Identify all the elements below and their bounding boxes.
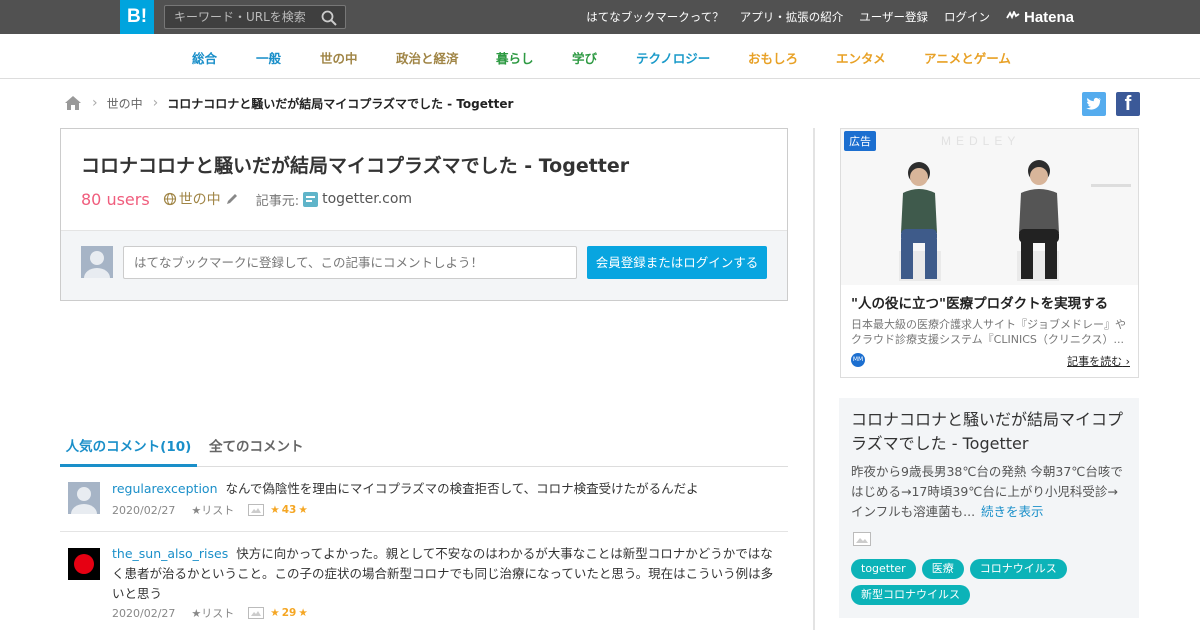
list-label: リスト bbox=[201, 504, 235, 517]
star-button[interactable]: ★ 43 ★ bbox=[248, 504, 308, 516]
comment-username[interactable]: regularexception bbox=[112, 481, 218, 496]
twitter-icon[interactable] bbox=[1082, 92, 1106, 116]
category-list: 総合 一般 世の中 政治と経済 暮らし 学び テクノロジー おもしろ エンタメ アニメとゲーム bbox=[0, 34, 1200, 78]
breadcrumb: › 世の中 › コロナコロナと騒いだが結局マイコプラズマでした - Togett… bbox=[64, 93, 513, 113]
category-item[interactable]: おもしろ bbox=[748, 48, 798, 67]
hatena-bookmark-logo[interactable]: B! bbox=[120, 0, 154, 34]
star-count: 29 bbox=[281, 607, 297, 619]
tag[interactable]: togetter bbox=[851, 559, 916, 579]
about-link[interactable]: はてなブックマークって？ bbox=[586, 9, 723, 25]
top-bar: B! はてなブックマークって？ アプリ・拡張の紹介 ユーザー登録 ログイン Ha… bbox=[0, 0, 1200, 34]
entry-title[interactable]: コロナコロナと騒いだが結局マイコプラズマでした - Togetter bbox=[81, 151, 629, 178]
login-link[interactable]: ログイン bbox=[944, 9, 990, 25]
ad-title[interactable]: "人の役に立つ"医療プロダクトを実現する bbox=[851, 292, 1108, 312]
tag[interactable]: 新型コロナウイルス bbox=[851, 585, 970, 605]
tag[interactable]: コロナウイルス bbox=[969, 559, 1067, 579]
avatar[interactable] bbox=[68, 548, 100, 580]
star-button[interactable]: ★ 29 ★ bbox=[248, 607, 308, 619]
read-article-link[interactable]: 記事を読む › bbox=[1067, 353, 1130, 369]
top-nav: はてなブックマークって？ アプリ・拡張の紹介 ユーザー登録 ログイン bbox=[586, 0, 990, 34]
source-domain: togetter.com bbox=[322, 191, 413, 207]
apps-link[interactable]: アプリ・拡張の紹介 bbox=[740, 9, 844, 25]
tag-list: togetter 医療 コロナウイルス 新型コロナウイルス bbox=[851, 559, 1131, 605]
tab-popular-comments[interactable]: 人気のコメント(10) bbox=[60, 430, 197, 467]
ad-description: 日本最大級の医療介護求人サイト『ジョブメドレー』や クラウド診療支援システム『C… bbox=[851, 317, 1133, 347]
summary-text: 昨夜から9歳長男38℃台の発熱 今朝37℃台咳ではじめる→17時頃39℃台に上が… bbox=[851, 462, 1127, 522]
tab-all-comments[interactable]: 全てのコメント bbox=[209, 430, 304, 467]
advertiser-logo-icon: MM bbox=[851, 353, 865, 367]
comment-username[interactable]: the_sun_also_rises bbox=[112, 546, 228, 561]
category-item[interactable]: 世の中 bbox=[320, 48, 358, 67]
entry-summary: コロナコロナと騒いだが結局マイコプラズマでした - Togetter 昨夜から9… bbox=[839, 398, 1139, 618]
user-count[interactable]: 80 users bbox=[81, 190, 150, 209]
summary-title[interactable]: コロナコロナと騒いだが結局マイコプラズマでした - Togetter bbox=[851, 408, 1131, 456]
home-icon[interactable] bbox=[64, 95, 82, 111]
svg-text:MEDLEY: MEDLEY bbox=[941, 134, 1020, 148]
source-link[interactable]: togetter.com bbox=[303, 191, 412, 207]
comment-form: はてなブックマークに登録して、この記事にコメントしよう！ 会員登録またはログイン… bbox=[61, 230, 787, 300]
category-item[interactable]: 学び bbox=[572, 48, 597, 67]
add-to-list-button[interactable]: ★リスト bbox=[191, 502, 234, 518]
breadcrumb-category[interactable]: 世の中 bbox=[107, 95, 143, 112]
comment-text: なんで偽陰性を理由にマイコプラズマの検査拒否して、コロナ検査受けたがるんだよ bbox=[225, 481, 699, 496]
category-item[interactable]: 総合 bbox=[192, 48, 217, 67]
read-article-label: 記事を読む bbox=[1067, 355, 1123, 368]
chevron-right-icon: › bbox=[152, 95, 159, 111]
comment-body: the_sun_also_rises 快方に向かってよかった。親として不安なのはわ… bbox=[112, 544, 782, 604]
add-star-icon bbox=[248, 504, 265, 516]
category-item[interactable]: 政治と経済 bbox=[396, 48, 459, 67]
image-placeholder-icon bbox=[853, 532, 871, 546]
tag[interactable]: 医療 bbox=[921, 559, 964, 579]
comment-item: the_sun_also_rises 快方に向かってよかった。親として不安なのはわ… bbox=[60, 546, 788, 628]
search-input[interactable] bbox=[165, 6, 315, 28]
globe-icon bbox=[163, 192, 176, 206]
comment-footer: 2020/02/27 ★リスト ★ 43 ★ bbox=[112, 502, 308, 518]
comment-input[interactable]: はてなブックマークに登録して、この記事にコメントしよう！ bbox=[123, 246, 577, 279]
category-item[interactable]: 一般 bbox=[256, 48, 281, 67]
entry-meta: 80 users 世の中 記事元: togetter.com bbox=[81, 189, 412, 209]
sidebar-divider bbox=[813, 128, 815, 630]
search-box bbox=[164, 5, 346, 29]
ad-description-line: 日本最大級の医療介護求人サイト『ジョブメドレー』や bbox=[851, 318, 1126, 331]
category-item[interactable]: エンタメ bbox=[836, 48, 886, 67]
entry-category[interactable]: 世の中 bbox=[163, 189, 221, 209]
avatar bbox=[81, 246, 113, 278]
entry-box: コロナコロナと騒いだが結局マイコプラズマでした - Togetter 80 us… bbox=[60, 128, 788, 301]
pencil-icon[interactable] bbox=[225, 192, 239, 206]
category-nav: 総合 一般 世の中 政治と経済 暮らし 学び テクノロジー おもしろ エンタメ アニメとゲーム bbox=[0, 34, 1200, 79]
add-to-list-button[interactable]: ★リスト bbox=[191, 605, 234, 621]
hatena-logo-icon bbox=[1006, 11, 1020, 20]
show-more-link[interactable]: 続きを表示 bbox=[981, 504, 1044, 519]
source-label: 記事元: bbox=[255, 193, 300, 209]
brand-label: Hatena bbox=[1024, 8, 1075, 26]
togetter-favicon-icon bbox=[303, 191, 319, 207]
hatena-brand[interactable]: Hatena bbox=[1006, 0, 1074, 34]
avatar[interactable] bbox=[68, 482, 100, 514]
register-login-button[interactable]: 会員登録またはログインする bbox=[587, 246, 767, 279]
breadcrumb-current: コロナコロナと騒いだが結局マイコプラズマでした - Togetter bbox=[167, 96, 514, 111]
star-count: 43 bbox=[281, 504, 297, 516]
share-buttons: f bbox=[1082, 92, 1140, 116]
category-item[interactable]: 暮らし bbox=[496, 48, 534, 67]
comment-date[interactable]: 2020/02/27 bbox=[112, 607, 175, 620]
ad-image: MEDLEY bbox=[841, 129, 1138, 285]
category-item[interactable]: テクノロジー bbox=[636, 48, 710, 67]
add-star-icon bbox=[248, 607, 265, 619]
ad-badge[interactable]: 広告 bbox=[844, 131, 876, 151]
ad-card[interactable]: MEDLEY 広告 "人の役に立つ"医療プロダクトを実現する 日本最大級の医療介… bbox=[840, 128, 1139, 378]
search-icon[interactable] bbox=[321, 10, 337, 26]
chevron-right-icon: › bbox=[92, 95, 98, 111]
ad-description-line: クラウド診療支援システム『CLINICS（クリニクス）... bbox=[851, 333, 1125, 346]
comment-item: regularexception なんで偽陰性を理由にマイコプラズマの検査拒否して… bbox=[60, 479, 788, 522]
comment-body: regularexception なんで偽陰性を理由にマイコプラズマの検査拒否して… bbox=[112, 479, 782, 499]
comment-footer: 2020/02/27 ★リスト ★ 29 ★ bbox=[112, 605, 308, 621]
divider bbox=[60, 531, 788, 532]
entry-category-label: 世の中 bbox=[178, 192, 221, 208]
facebook-icon[interactable]: f bbox=[1116, 92, 1140, 116]
comment-tabs: 人気のコメント(10) 全てのコメント bbox=[60, 430, 788, 467]
register-link[interactable]: ユーザー登録 bbox=[859, 9, 928, 25]
comment-date[interactable]: 2020/02/27 bbox=[112, 504, 175, 517]
category-item[interactable]: アニメとゲーム bbox=[924, 48, 1011, 67]
list-label: リスト bbox=[201, 607, 235, 620]
